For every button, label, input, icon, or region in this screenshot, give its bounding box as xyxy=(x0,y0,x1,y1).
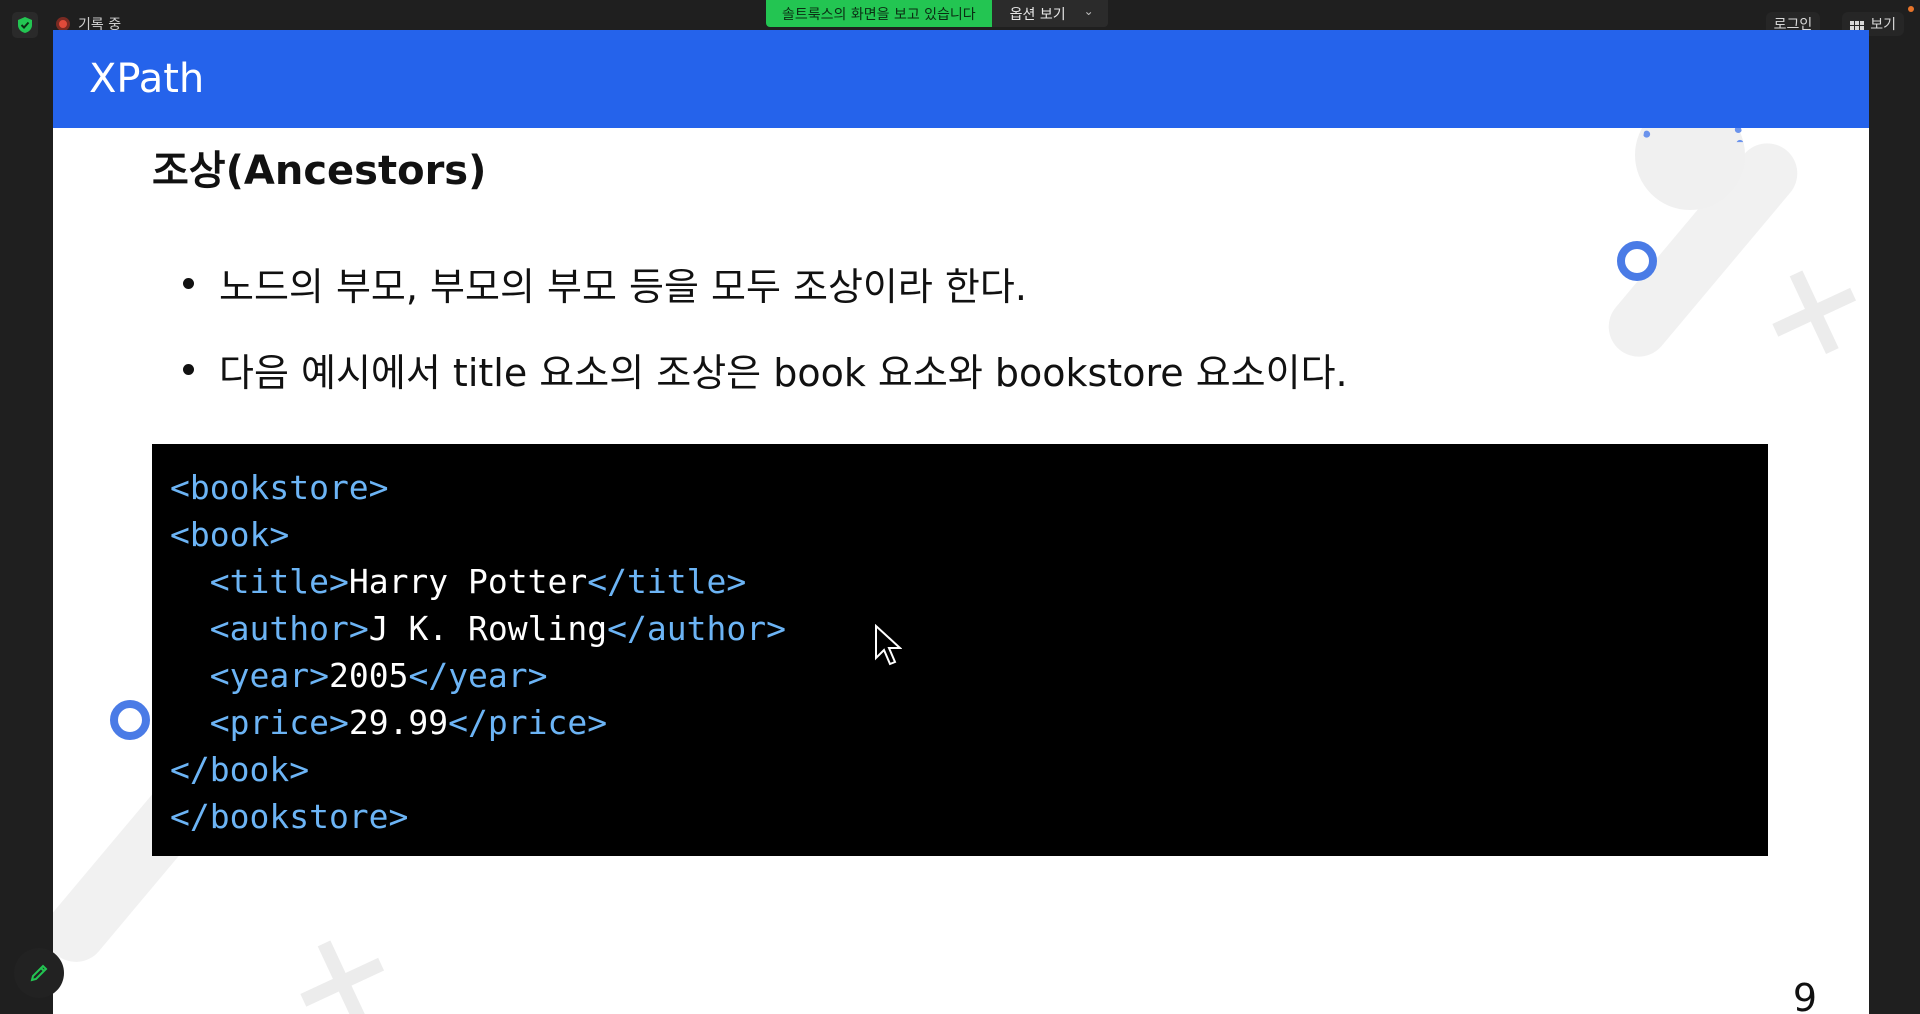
code-tag: </bookstore> xyxy=(170,797,409,836)
pen-icon xyxy=(30,964,48,982)
code-text: Harry Potter xyxy=(348,562,588,601)
page-number: 9 xyxy=(1792,976,1817,1014)
code-tag: <year> xyxy=(209,656,329,695)
decor-ring xyxy=(1617,241,1657,281)
code-tag: <price> xyxy=(209,703,349,742)
code-tag: </book> xyxy=(170,750,310,789)
code-text: 29.99 xyxy=(348,703,449,742)
code-tag: <author> xyxy=(209,609,369,648)
view-options-button[interactable]: 옵션 보기 ⌄ xyxy=(991,0,1108,27)
decor-cross: × xyxy=(272,896,415,1014)
record-icon xyxy=(56,17,70,31)
code-text: 2005 xyxy=(328,656,409,695)
meeting-toolbar: 기록 중 솔트룩스의 화면을 보고 있습니다 옵션 보기 ⌄ 로그인 보기 xyxy=(0,0,1920,38)
annotate-pen-button[interactable] xyxy=(14,948,64,998)
bullet-item: 노드의 부모, 부모의 부모 등을 모두 조상이라 한다. xyxy=(181,256,1348,342)
code-line: <bookstore> xyxy=(170,464,1750,511)
decor-cross: × xyxy=(1744,226,1869,393)
slide-heading: 조상(Ancestors) xyxy=(152,148,487,194)
security-shield-icon[interactable] xyxy=(12,12,38,38)
code-line: <year>2005</year> xyxy=(170,652,1750,699)
code-tag: <bookstore> xyxy=(170,468,389,507)
slide-header: XPath xyxy=(53,30,1869,128)
presentation-slide: × × XPath 조상(Ancestors) 노드의 부모, 부모의 부모 등… xyxy=(53,30,1869,1014)
code-tag: </year> xyxy=(408,656,548,695)
notification-dot xyxy=(1908,6,1914,12)
grid-view-icon xyxy=(1850,20,1865,30)
code-line: <author>J K. Rowling</author> xyxy=(170,605,1750,652)
code-tag: </price> xyxy=(448,703,608,742)
screen-share-banner: 솔트룩스의 화면을 보고 있습니다 옵션 보기 ⌄ xyxy=(766,0,1108,27)
view-options-label: 옵션 보기 xyxy=(1009,7,1066,23)
code-line: </book> xyxy=(170,746,1750,793)
code-line: <book> xyxy=(170,511,1750,558)
code-tag: </title> xyxy=(587,562,747,601)
code-text: J K. Rowling xyxy=(368,609,608,648)
decor-ring xyxy=(110,700,150,740)
slide-title: XPath xyxy=(89,56,205,102)
code-tag: </author> xyxy=(607,609,786,648)
code-block: <bookstore> <book> <title>Harry Potter</… xyxy=(152,444,1768,856)
mouse-cursor-icon xyxy=(875,624,902,666)
bullet-list: 노드의 부모, 부모의 부모 등을 모두 조상이라 한다. 다음 예시에서 ti… xyxy=(181,256,1348,428)
code-tag: <title> xyxy=(209,562,349,601)
share-notice: 솔트룩스의 화면을 보고 있습니다 xyxy=(766,0,992,27)
view-label: 보기 xyxy=(1870,17,1896,33)
chevron-down-icon: ⌄ xyxy=(1083,4,1094,18)
code-tag: <book> xyxy=(170,515,290,554)
code-line: <title>Harry Potter</title> xyxy=(170,558,1750,605)
bullet-item: 다음 예시에서 title 요소의 조상은 book 요소와 bookstore… xyxy=(181,342,1348,428)
code-line: </bookstore> xyxy=(170,793,1750,840)
code-line: <price>29.99</price> xyxy=(170,699,1750,746)
